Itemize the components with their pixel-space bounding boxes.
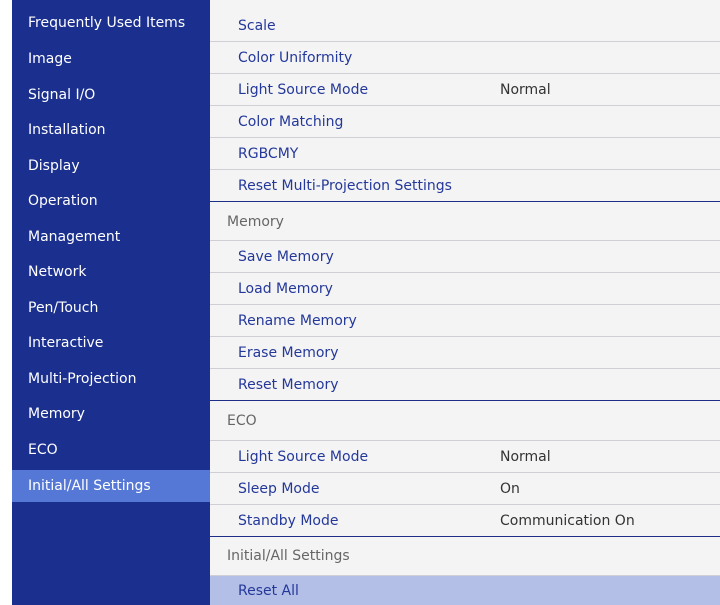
menu-row-label: Color Matching	[238, 114, 344, 130]
menu-row-label: Light Source Mode	[238, 449, 369, 465]
sidebar-item-interactive[interactable]: Interactive	[12, 328, 210, 358]
menu-row-rgbcmy[interactable]: RGBCMY	[210, 138, 720, 170]
menu-row-load-memory[interactable]: Load Memory	[210, 273, 720, 305]
settings-panel: Scale Color Uniformity Light Source Mode…	[210, 0, 720, 605]
menu-row-erase-memory[interactable]: Erase Memory	[210, 337, 720, 369]
menu-row-label: Sleep Mode	[238, 481, 320, 497]
menu-row-value: Normal	[500, 449, 551, 465]
menu-row-value: Normal	[500, 82, 551, 98]
section-header-label: Memory	[227, 214, 284, 230]
section-header-initial-all-settings: Initial/All Settings	[210, 537, 720, 576]
sidebar-item-management[interactable]: Management	[12, 222, 210, 252]
sidebar-item-multi-projection[interactable]: Multi-Projection	[12, 364, 210, 394]
menu-row-label: Color Uniformity	[238, 50, 353, 66]
menu-row-value: Communication On	[500, 513, 635, 529]
sidebar-item-signal-io[interactable]: Signal I/O	[12, 80, 210, 110]
menu-row-eco-light-source-mode[interactable]: Light Source Mode Normal	[210, 441, 720, 473]
section-header-label: ECO	[227, 413, 257, 429]
menu-row-label: Reset Multi-Projection Settings	[238, 178, 452, 194]
menu-row-color-matching[interactable]: Color Matching	[210, 106, 720, 138]
menu-row-light-source-mode[interactable]: Light Source Mode Normal	[210, 74, 720, 106]
menu-row-scale[interactable]: Scale	[210, 10, 720, 42]
sidebar-item-initial-all-settings[interactable]: Initial/All Settings	[12, 470, 210, 502]
section-header-eco: ECO	[210, 401, 720, 441]
sidebar-item-display[interactable]: Display	[12, 151, 210, 181]
menu-row-color-uniformity[interactable]: Color Uniformity	[210, 42, 720, 74]
sidebar-item-eco[interactable]: ECO	[12, 435, 210, 465]
menu-row-label: Standby Mode	[238, 513, 339, 529]
settings-sidebar: Frequently Used Items Image Signal I/O I…	[12, 0, 210, 605]
sidebar-item-frequently-used-items[interactable]: Frequently Used Items	[12, 8, 210, 38]
menu-row-reset-all[interactable]: Reset All	[210, 576, 720, 605]
sidebar-item-installation[interactable]: Installation	[12, 115, 210, 145]
menu-row-standby-mode[interactable]: Standby Mode Communication On	[210, 505, 720, 537]
section-header-label: Initial/All Settings	[227, 548, 350, 564]
menu-row-label: Rename Memory	[238, 313, 357, 329]
menu-row-value: On	[500, 481, 520, 497]
sidebar-item-image[interactable]: Image	[12, 44, 210, 74]
menu-row-label: Save Memory	[238, 249, 334, 265]
menu-row-label: Reset Memory	[238, 377, 339, 393]
menu-row-reset-memory[interactable]: Reset Memory	[210, 369, 720, 401]
menu-row-rename-memory[interactable]: Rename Memory	[210, 305, 720, 337]
menu-row-save-memory[interactable]: Save Memory	[210, 241, 720, 273]
menu-row-label: Scale	[238, 18, 276, 34]
menu-row-reset-multi-projection-settings[interactable]: Reset Multi-Projection Settings	[210, 170, 720, 202]
menu-row-label: Erase Memory	[238, 345, 339, 361]
sidebar-item-operation[interactable]: Operation	[12, 186, 210, 216]
sidebar-item-pen-touch[interactable]: Pen/Touch	[12, 293, 210, 323]
sidebar-item-memory[interactable]: Memory	[12, 399, 210, 429]
section-header-memory: Memory	[210, 202, 720, 241]
menu-row-sleep-mode[interactable]: Sleep Mode On	[210, 473, 720, 505]
menu-row-label: Light Source Mode	[238, 82, 369, 98]
menu-row-label: Load Memory	[238, 281, 333, 297]
sidebar-item-network[interactable]: Network	[12, 257, 210, 287]
menu-row-label: RGBCMY	[238, 146, 299, 162]
menu-row-label: Reset All	[238, 583, 299, 599]
